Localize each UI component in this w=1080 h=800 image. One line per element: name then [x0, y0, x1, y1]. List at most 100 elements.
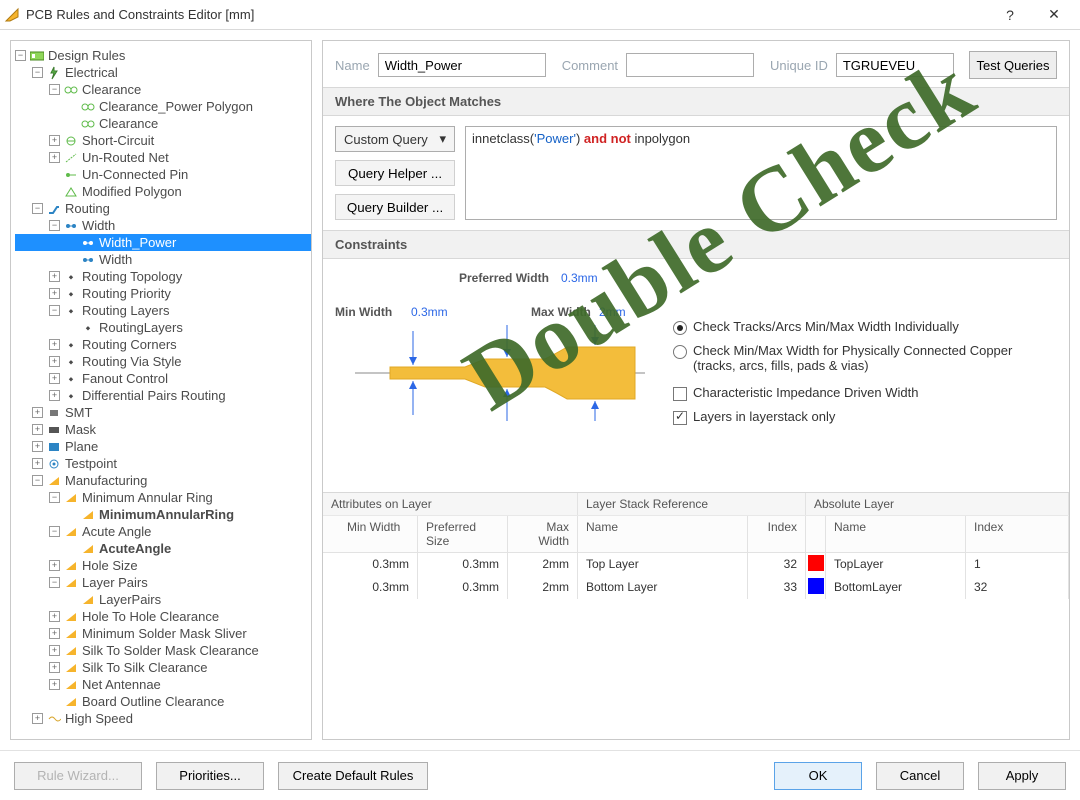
tree-item[interactable]: Width	[99, 251, 132, 268]
tree-item[interactable]: Routing Priority	[82, 285, 171, 302]
collapse-icon[interactable]: −	[15, 50, 26, 61]
tree-item[interactable]: Clearance	[82, 81, 141, 98]
expand-icon[interactable]: +	[49, 288, 60, 299]
tree-item[interactable]: Net Antennae	[82, 676, 161, 693]
tree-item[interactable]: Manufacturing	[65, 472, 147, 489]
query-builder-button[interactable]: Query Builder ...	[335, 194, 455, 220]
tree-item[interactable]: Acute Angle	[82, 523, 151, 540]
rule-wizard-button[interactable]: Rule Wizard...	[14, 762, 142, 790]
expand-icon[interactable]: +	[49, 628, 60, 639]
layer-attributes-table[interactable]: Attributes on Layer Layer Stack Referenc…	[323, 492, 1069, 599]
table-row[interactable]: 0.3mm0.3mm2mmBottom Layer33BottomLayer32	[323, 576, 1069, 599]
tree-item[interactable]: Layer Pairs	[82, 574, 148, 591]
tree-item[interactable]: MinimumAnnularRing	[99, 506, 234, 523]
tree-item[interactable]: Testpoint	[65, 455, 117, 472]
priorities-button[interactable]: Priorities...	[156, 762, 264, 790]
close-button[interactable]: ✕	[1032, 6, 1076, 23]
check-connected-radio[interactable]	[673, 345, 687, 359]
expand-icon[interactable]: +	[32, 441, 43, 452]
expand-icon[interactable]: +	[49, 679, 60, 690]
tree-item[interactable]: Modified Polygon	[82, 183, 182, 200]
impedance-checkbox[interactable]	[673, 387, 687, 401]
query-editor[interactable]: innetclass('Power') and not inpolygon	[465, 126, 1057, 220]
expand-icon[interactable]: +	[49, 390, 60, 401]
pref-width-value[interactable]: 0.3mm	[561, 271, 598, 285]
tree-item[interactable]: Hole Size	[82, 557, 138, 574]
collapse-icon[interactable]: −	[49, 526, 60, 537]
tree-item[interactable]: Routing	[65, 200, 110, 217]
expand-icon[interactable]: +	[32, 407, 43, 418]
expand-icon[interactable]: +	[49, 356, 60, 367]
expand-icon[interactable]: +	[49, 135, 60, 146]
expand-icon[interactable]: +	[49, 271, 60, 282]
rules-tree[interactable]: −Design Rules −Electrical −Clearance Cle…	[15, 47, 311, 727]
col-header[interactable]: Name	[826, 516, 966, 552]
create-defaults-button[interactable]: Create Default Rules	[278, 762, 428, 790]
max-width-value[interactable]: 2mm	[599, 305, 626, 319]
tree-item[interactable]: Short-Circuit	[82, 132, 154, 149]
tree-item[interactable]: Silk To Silk Clearance	[82, 659, 207, 676]
expand-icon[interactable]: +	[49, 339, 60, 350]
col-header[interactable]: Index	[966, 516, 1069, 552]
layerstack-checkbox[interactable]	[673, 411, 687, 425]
col-header[interactable]: Index	[748, 516, 806, 552]
tree-item[interactable]: Routing Corners	[82, 336, 177, 353]
collapse-icon[interactable]: −	[49, 220, 60, 231]
query-helper-button[interactable]: Query Helper ...	[335, 160, 455, 186]
tree-item[interactable]: Plane	[65, 438, 98, 455]
expand-icon[interactable]: +	[49, 373, 60, 384]
tree-item[interactable]: Routing Topology	[82, 268, 182, 285]
expand-icon[interactable]: +	[49, 152, 60, 163]
expand-icon[interactable]: +	[32, 424, 43, 435]
tree-item[interactable]: Un-Routed Net	[82, 149, 169, 166]
tree-item[interactable]: Clearance	[99, 115, 158, 132]
test-queries-button[interactable]: Test Queries	[969, 51, 1057, 79]
collapse-icon[interactable]: −	[49, 577, 60, 588]
tree-item-selected[interactable]: Width_Power	[15, 234, 311, 251]
expand-icon[interactable]: +	[49, 611, 60, 622]
help-button[interactable]: ?	[988, 7, 1032, 23]
tree-item[interactable]: Differential Pairs Routing	[82, 387, 226, 404]
name-input[interactable]	[378, 53, 546, 77]
tree-item[interactable]: Silk To Solder Mask Clearance	[82, 642, 259, 659]
collapse-icon[interactable]: −	[49, 492, 60, 503]
tree-item[interactable]: RoutingLayers	[99, 319, 183, 336]
expand-icon[interactable]: +	[49, 560, 60, 571]
tree-item[interactable]: Mask	[65, 421, 96, 438]
uid-input[interactable]	[836, 53, 954, 77]
col-header[interactable]: Preferred Size	[418, 516, 508, 552]
collapse-icon[interactable]: −	[32, 203, 43, 214]
tree-item[interactable]: Width	[82, 217, 115, 234]
ok-button[interactable]: OK	[774, 762, 862, 790]
expand-icon[interactable]: +	[49, 662, 60, 673]
collapse-icon[interactable]: −	[32, 67, 43, 78]
collapse-icon[interactable]: −	[49, 305, 60, 316]
expand-icon[interactable]: +	[49, 645, 60, 656]
match-type-combo[interactable]: Custom Query▾	[335, 126, 455, 152]
col-header[interactable]: Name	[578, 516, 748, 552]
cancel-button[interactable]: Cancel	[876, 762, 964, 790]
min-width-value[interactable]: 0.3mm	[411, 305, 448, 319]
tree-item[interactable]: Clearance_Power Polygon	[99, 98, 253, 115]
tree-item[interactable]: High Speed	[65, 710, 133, 727]
tree-item[interactable]: Routing Layers	[82, 302, 169, 319]
tree-item[interactable]: LayerPairs	[99, 591, 161, 608]
check-individual-radio[interactable]	[673, 321, 687, 335]
tree-item[interactable]: Board Outline Clearance	[82, 693, 224, 710]
tree-item[interactable]: Design Rules	[48, 47, 125, 64]
collapse-icon[interactable]: −	[32, 475, 43, 486]
expand-icon[interactable]: +	[32, 458, 43, 469]
apply-button[interactable]: Apply	[978, 762, 1066, 790]
tree-item[interactable]: Minimum Annular Ring	[82, 489, 213, 506]
comment-input[interactable]	[626, 53, 754, 77]
col-header[interactable]: Max Width	[508, 516, 578, 552]
expand-icon[interactable]: +	[32, 713, 43, 724]
tree-item[interactable]: AcuteAngle	[99, 540, 171, 557]
table-row[interactable]: 0.3mm0.3mm2mmTop Layer32TopLayer1	[323, 553, 1069, 576]
tree-item[interactable]: Electrical	[65, 64, 118, 81]
col-header[interactable]: Min Width	[323, 516, 418, 552]
tree-item[interactable]: Routing Via Style	[82, 353, 182, 370]
tree-item[interactable]: Un-Connected Pin	[82, 166, 188, 183]
tree-item[interactable]: Fanout Control	[82, 370, 168, 387]
collapse-icon[interactable]: −	[49, 84, 60, 95]
